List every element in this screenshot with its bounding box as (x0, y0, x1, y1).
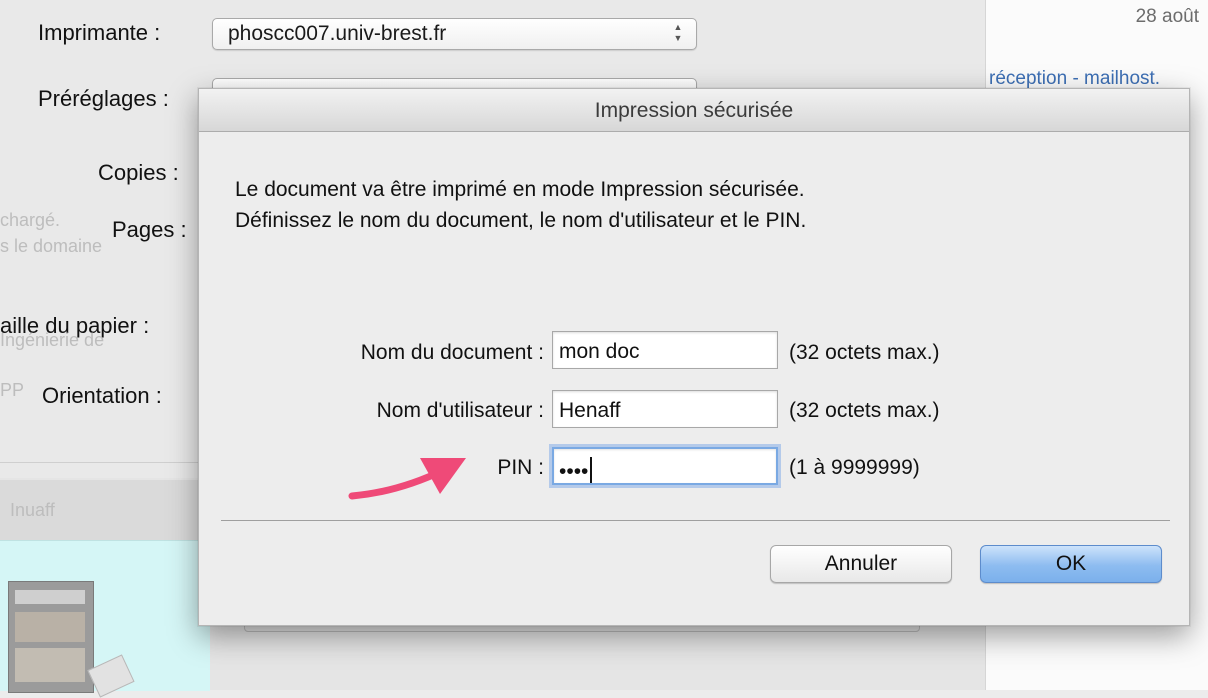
text-caret (590, 457, 593, 483)
ghost-text: Ingénierie de (0, 330, 105, 350)
pink-arrow-icon (348, 458, 466, 500)
mail-link[interactable]: réception - mailhost. (989, 68, 1160, 90)
dialog-title: Impression sécurisée (594, 99, 794, 122)
dialog-message-line2: Définissez le nom du document, le nom d'… (235, 209, 807, 232)
secure-print-dialog: Impression sécurisée Le document va être… (198, 88, 1190, 626)
printer-select-value: phoscc007.univ-brest.fr (228, 22, 447, 45)
cancel-button[interactable]: Annuler (770, 545, 952, 583)
printer-label: Imprimante : (38, 20, 161, 45)
pin-input[interactable]: •••• (552, 447, 778, 485)
orientation-label: Orientation : (42, 383, 162, 408)
document-name-input[interactable]: mon doc (552, 331, 778, 369)
dialog-titlebar: Impression sécurisée (199, 89, 1189, 132)
user-name-input[interactable]: Henaff (552, 390, 778, 428)
paper-icon (87, 654, 135, 698)
ghost-text: chargé. (0, 210, 61, 230)
document-name-label: Nom du document : (360, 341, 544, 364)
ghost-text: s le domaine (0, 236, 103, 256)
up-down-chevron-icon: ▲ ▼ (673, 22, 683, 43)
ghost-text: PP (0, 380, 25, 400)
copies-label: Copies : (98, 160, 179, 185)
user-name-label: Nom d'utilisateur : (376, 399, 544, 422)
dialog-separator (221, 520, 1170, 521)
user-name-hint: (32 octets max.) (789, 399, 940, 422)
ghost-text: Inuaff (10, 500, 55, 520)
date-text: 28 août (1135, 6, 1199, 27)
pin-input-value: •••• (559, 460, 589, 483)
ok-button[interactable]: OK (980, 545, 1162, 583)
pin-hint: (1 à 9999999) (789, 456, 920, 479)
printer-icon (8, 581, 94, 693)
pages-label: Pages : (112, 217, 187, 242)
presets-label: Préréglages : (38, 86, 169, 111)
printer-preview (0, 540, 210, 698)
printer-select[interactable]: phoscc007.univ-brest.fr ▲ ▼ (212, 18, 697, 50)
document-name-hint: (32 octets max.) (789, 341, 940, 364)
dialog-message-line1: Le document va être imprimé en mode Impr… (235, 178, 805, 201)
